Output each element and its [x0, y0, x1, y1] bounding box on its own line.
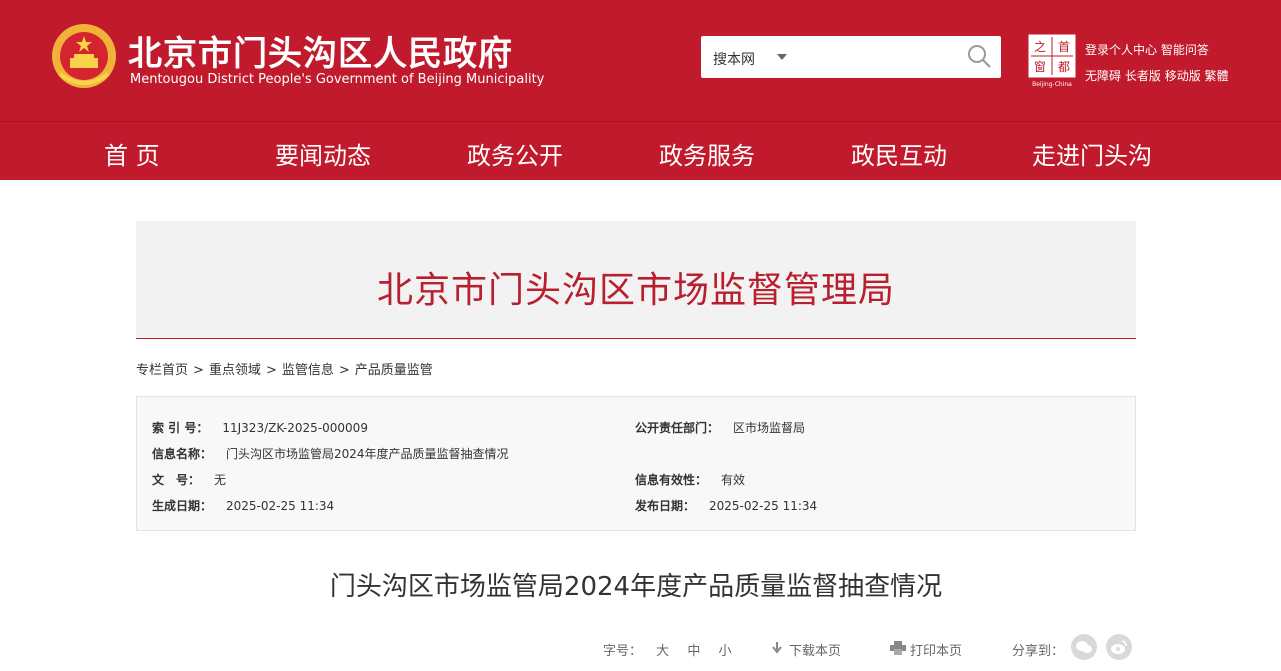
share-label: 分享到： [1012, 644, 1065, 659]
name-row: 信息名称： 门头沟区市场监管局2024年度产品质量监督抽查情况 [152, 445, 509, 462]
nav-interaction[interactable]: 政民互动 [851, 136, 947, 171]
site-subtitle: Mentougou District People's Government o… [130, 72, 545, 87]
name-value: 门头沟区市场监管局2024年度产品质量监督抽查情况 [226, 447, 509, 461]
name-label: 信息名称： [152, 447, 213, 461]
published-row: 发布日期： 2025-02-25 11:34 [635, 497, 817, 514]
font-medium-button[interactable]: 中 [687, 644, 700, 659]
download-page-link[interactable]: 下载本页 [789, 640, 841, 659]
login-link[interactable]: 登录个人中心 [1085, 43, 1157, 57]
search-icon[interactable] [966, 43, 992, 69]
validity-value: 有效 [721, 473, 746, 487]
dept-value: 区市场监督局 [733, 421, 806, 435]
accessibility-link[interactable]: 无障碍 [1085, 69, 1121, 83]
banner-title: 北京市门头沟区市场监督管理局 [376, 270, 895, 311]
breadcrumb-item[interactable]: 监管信息 [282, 363, 334, 378]
wechat-share-icon[interactable] [1071, 634, 1097, 660]
breadcrumb-separator: > [265, 363, 277, 378]
nav-about-mentougou[interactable]: 走进门头沟 [1032, 136, 1152, 171]
svg-text:Beijing-China: Beijing-China [1032, 81, 1072, 88]
published-value: 2025-02-25 11:34 [709, 499, 818, 513]
site-title[interactable]: 北京市门头沟区人民政府 [128, 26, 513, 75]
index-row: 索 引 号： 11J323/ZK-2025-000009 [152, 419, 368, 436]
mobile-version-link[interactable]: 移动版 [1165, 69, 1201, 83]
docno-row: 文 号： 无 [152, 471, 226, 488]
published-label: 发布日期： [635, 499, 696, 513]
dept-row: 公开责任部门： 区市场监督局 [635, 419, 805, 436]
breadcrumb-item[interactable]: 产品质量监管 [355, 363, 433, 378]
header: 北京市门头沟区人民政府 Mentougou District People's … [0, 0, 1281, 121]
print-page-link[interactable]: 打印本页 [910, 640, 962, 659]
nav-gov-affairs-open[interactable]: 政务公开 [467, 136, 563, 171]
breadcrumb-separator: > [193, 363, 204, 378]
breadcrumb: 专栏首页 > 重点领域 > 监管信息 > 产品质量监管 [136, 359, 433, 378]
search-scope-select[interactable]: 搜本网 [713, 49, 755, 69]
download-icon[interactable] [770, 641, 784, 655]
docno-value: 无 [214, 473, 227, 487]
validity-label: 信息有效性： [635, 473, 708, 487]
traditional-chinese-link[interactable]: 繁體 [1205, 69, 1229, 83]
search-input[interactable] [801, 44, 951, 70]
docno-label: 文 号： [152, 473, 201, 487]
national-emblem-icon [52, 24, 116, 88]
capital-window-logo[interactable]: 之 首 窗 都 Beijing-China [1027, 33, 1077, 88]
font-size-tools: 字号： 大 中 小 [603, 640, 731, 659]
main-nav: 首 页 要闻动态 政务公开 政务服务 政民互动 走进门头沟 [0, 121, 1281, 180]
info-panel: 索 引 号： 11J323/ZK-2025-000009 公开责任部门： 区市场监督… [136, 396, 1136, 531]
breadcrumb-item[interactable]: 专栏首页 [136, 363, 188, 378]
nav-gov-services[interactable]: 政务服务 [659, 136, 755, 171]
breadcrumb-item[interactable]: 重点领域 [209, 363, 261, 378]
dept-label: 公开责任部门： [635, 421, 720, 435]
svg-text:首: 首 [1058, 40, 1070, 54]
created-row: 生成日期： 2025-02-25 11:34 [152, 497, 334, 514]
index-label: 索 引 号： [152, 421, 209, 435]
font-large-button[interactable]: 大 [656, 644, 669, 659]
index-value: 11J323/ZK-2025-000009 [222, 421, 368, 435]
weibo-share-icon[interactable] [1106, 634, 1132, 660]
chevron-down-icon[interactable] [777, 54, 787, 60]
breadcrumb-separator: > [338, 363, 350, 378]
created-value: 2025-02-25 11:34 [226, 499, 335, 513]
print-icon[interactable] [890, 641, 906, 655]
ai-qa-link[interactable]: 智能问答 [1161, 43, 1209, 57]
font-small-button[interactable]: 小 [718, 644, 731, 659]
font-size-label: 字号： [603, 644, 643, 659]
column-banner: 北京市门头沟区市场监督管理局 [136, 221, 1136, 339]
article-title: 门头沟区市场监管局2024年度产品质量监督抽查情况 [329, 572, 943, 602]
created-label: 生成日期： [152, 499, 213, 513]
header-links: 登录个人中心 智能问答 无障碍 长者版 移动版 繁體 [1085, 37, 1229, 89]
svg-text:窗: 窗 [1034, 60, 1046, 74]
svg-text:都: 都 [1058, 60, 1070, 74]
validity-row: 信息有效性： 有效 [635, 471, 745, 488]
svg-text:之: 之 [1034, 40, 1046, 54]
elder-version-link[interactable]: 长者版 [1125, 69, 1161, 83]
search-box[interactable]: 搜本网 [701, 36, 1001, 78]
nav-home[interactable]: 首 页 [104, 136, 160, 171]
nav-news[interactable]: 要闻动态 [275, 136, 371, 171]
